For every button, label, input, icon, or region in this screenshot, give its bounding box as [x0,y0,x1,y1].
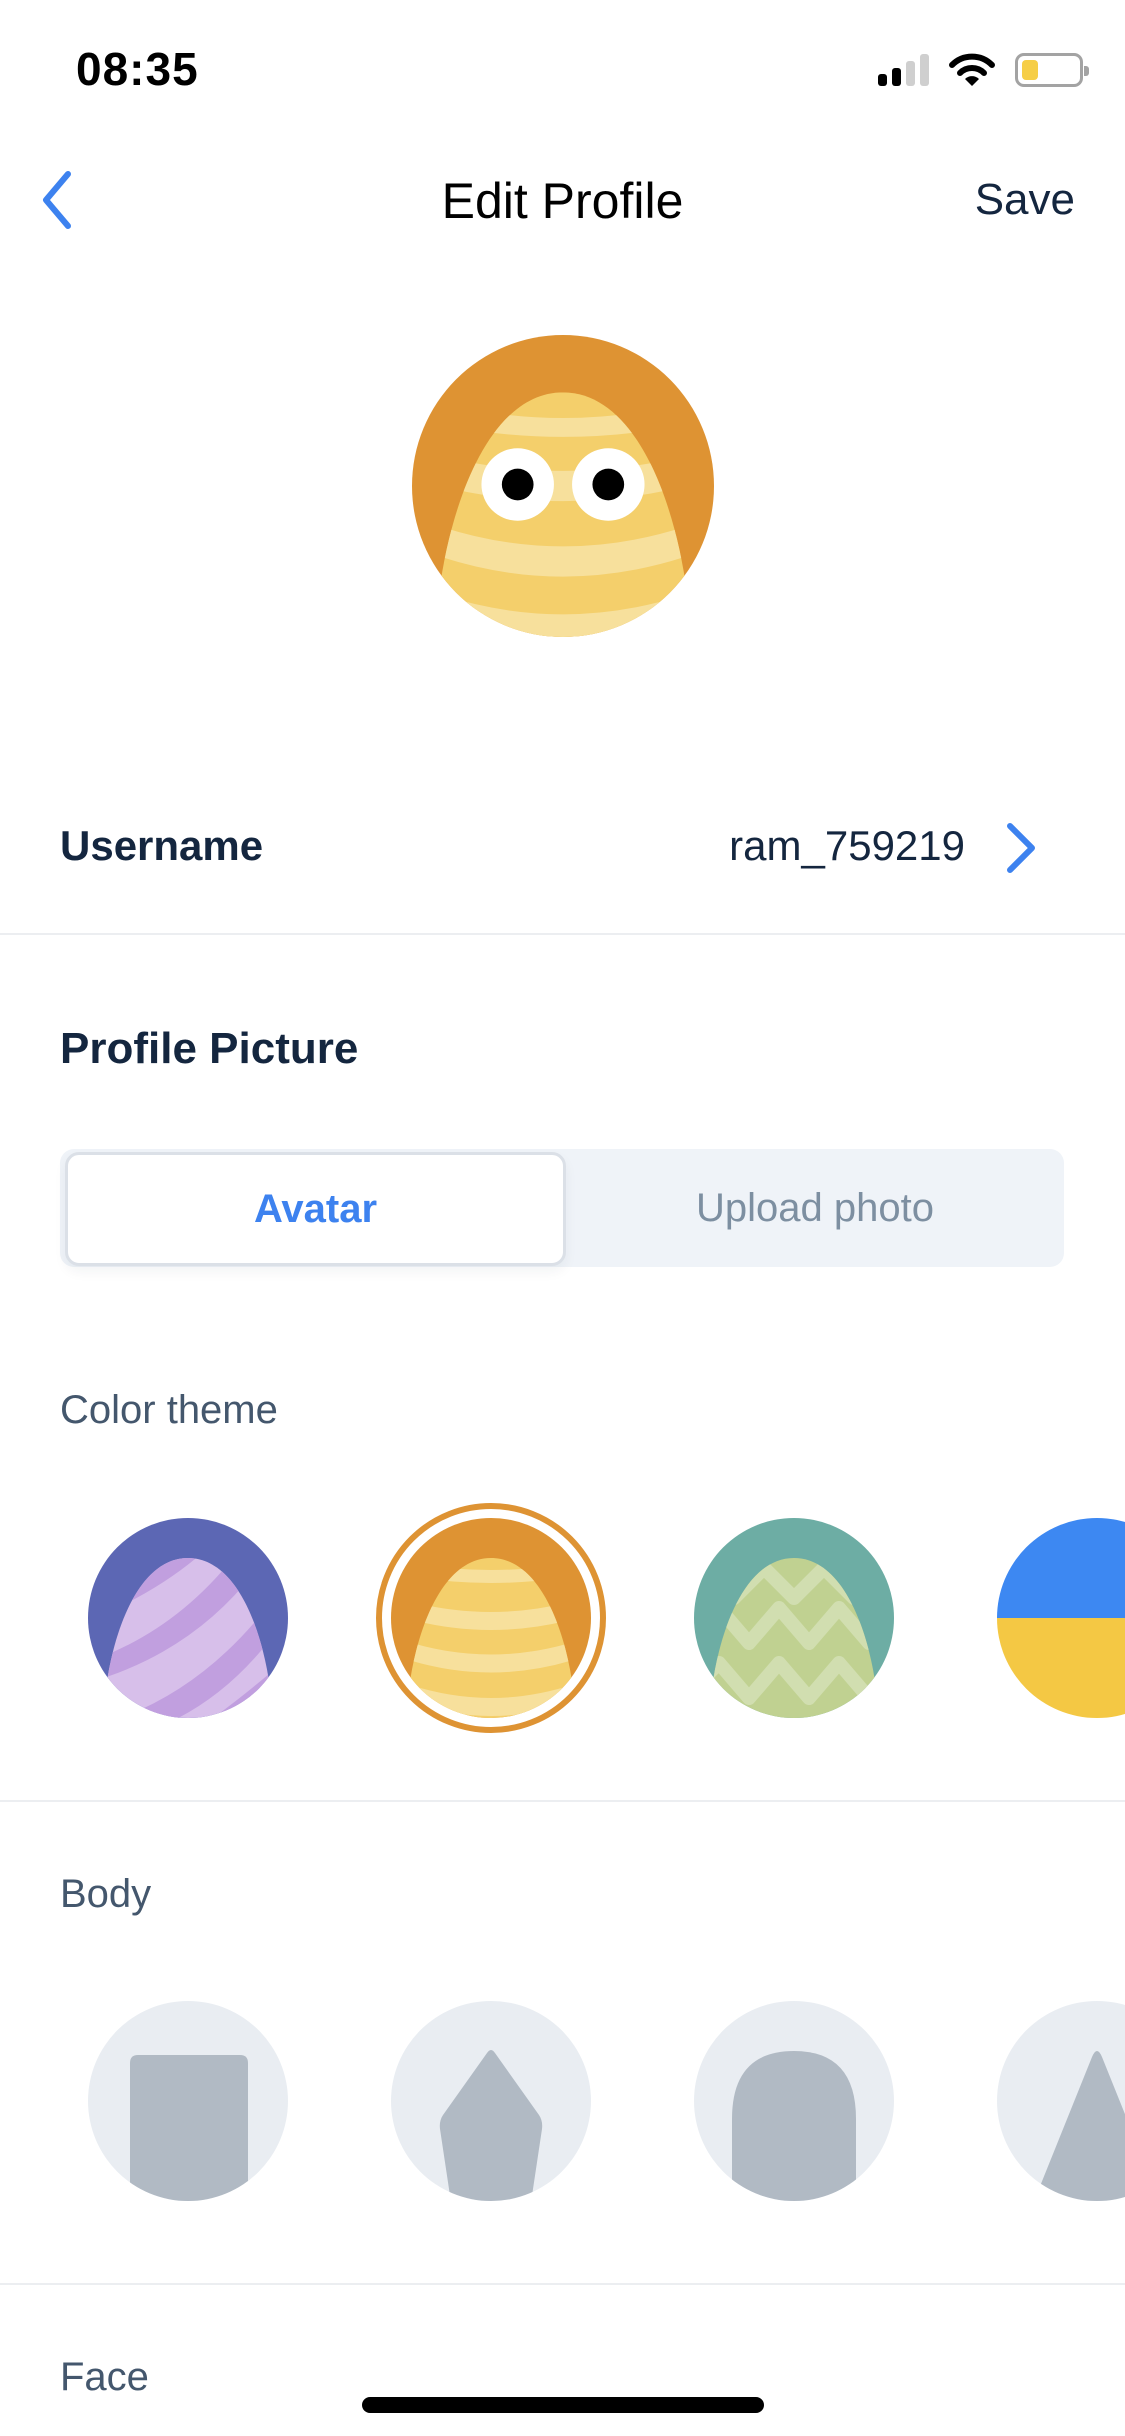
color-theme-option-purple[interactable] [88,1518,288,1718]
username-label: Username [60,822,264,869]
home-indicator[interactable] [362,2397,764,2413]
body-label: Body [60,1872,152,1916]
body-option-triangle[interactable] [997,2001,1125,2201]
color-theme-option-orange[interactable] [391,1518,591,1718]
face-label: Face [60,2355,149,2399]
divider [0,2283,1125,2285]
color-theme-label: Color theme [60,1388,278,1432]
status-time: 08:35 [76,43,199,95]
body-option-square[interactable] [88,2001,288,2201]
signal-icon [878,54,929,86]
color-theme-option-teal[interactable] [694,1518,894,1718]
color-theme-option-blue-yellow[interactable] [997,1518,1125,1718]
page-title: Edit Profile [441,173,684,229]
status-bar: 08:35 [0,0,1125,132]
divider [0,1800,1125,1802]
tab-avatar[interactable]: Avatar [65,1152,566,1266]
picture-source-toggle: Avatar Upload photo [60,1149,1064,1267]
wifi-icon [949,53,995,86]
nav-bar: Edit Profile Save [0,150,1125,250]
profile-avatar [412,335,714,637]
chevron-right-icon [1007,823,1035,873]
username-value: ram_759219 [729,822,965,869]
tab-upload-photo[interactable]: Upload photo [566,1149,1064,1267]
status-icons [878,50,1089,90]
body-option-arch[interactable] [694,2001,894,2201]
save-button[interactable]: Save [975,175,1075,225]
battery-icon [1015,53,1089,87]
username-row[interactable]: Username ram_759219 [0,800,1125,935]
profile-picture-title: Profile Picture [60,1024,359,1073]
body-option-pentagon[interactable] [391,2001,591,2201]
